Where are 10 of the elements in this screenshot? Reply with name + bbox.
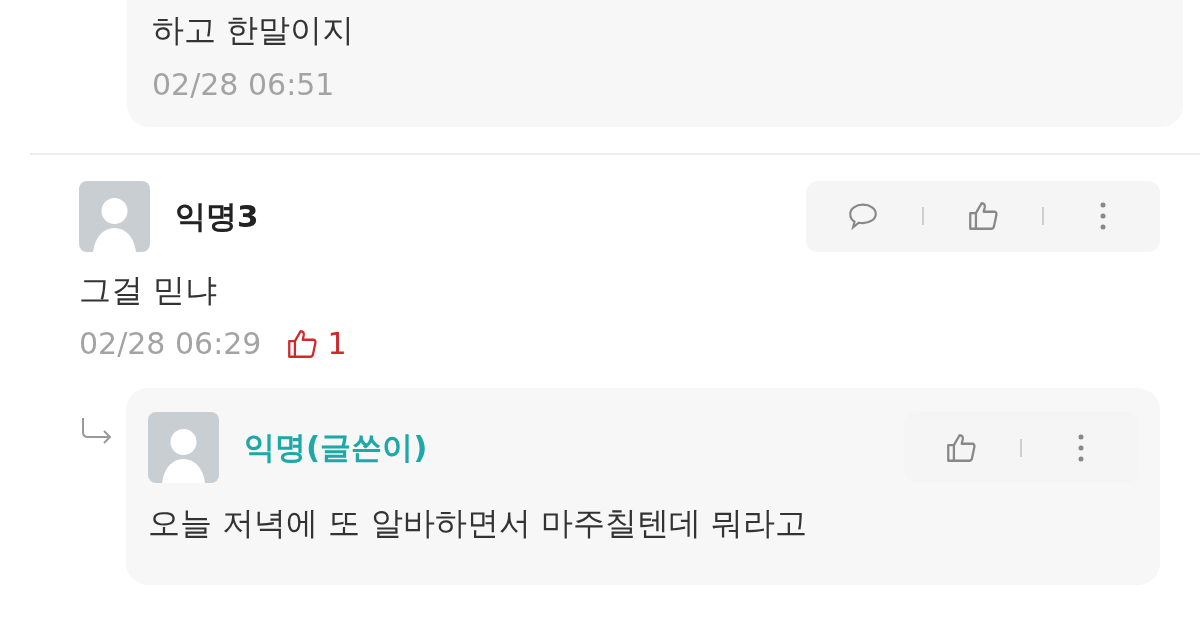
comment-text: 오늘 저녁에 또 알바하면서 마주칠텐데 뭐라고 bbox=[148, 503, 808, 545]
comment-text: 하고 한말이지 bbox=[152, 10, 356, 51]
comment-time: 02/28 06:51 bbox=[152, 65, 336, 104]
author-name: 익명(글쓴이) bbox=[244, 428, 428, 468]
comment-text: 그걸 믿냐 bbox=[79, 269, 219, 311]
like-count: 1 bbox=[327, 325, 347, 364]
avatar-icon bbox=[148, 412, 219, 484]
author-name: 익명3 bbox=[175, 196, 259, 236]
avatar-icon bbox=[79, 180, 150, 252]
comment-time: 02/28 06:29 bbox=[79, 325, 262, 364]
